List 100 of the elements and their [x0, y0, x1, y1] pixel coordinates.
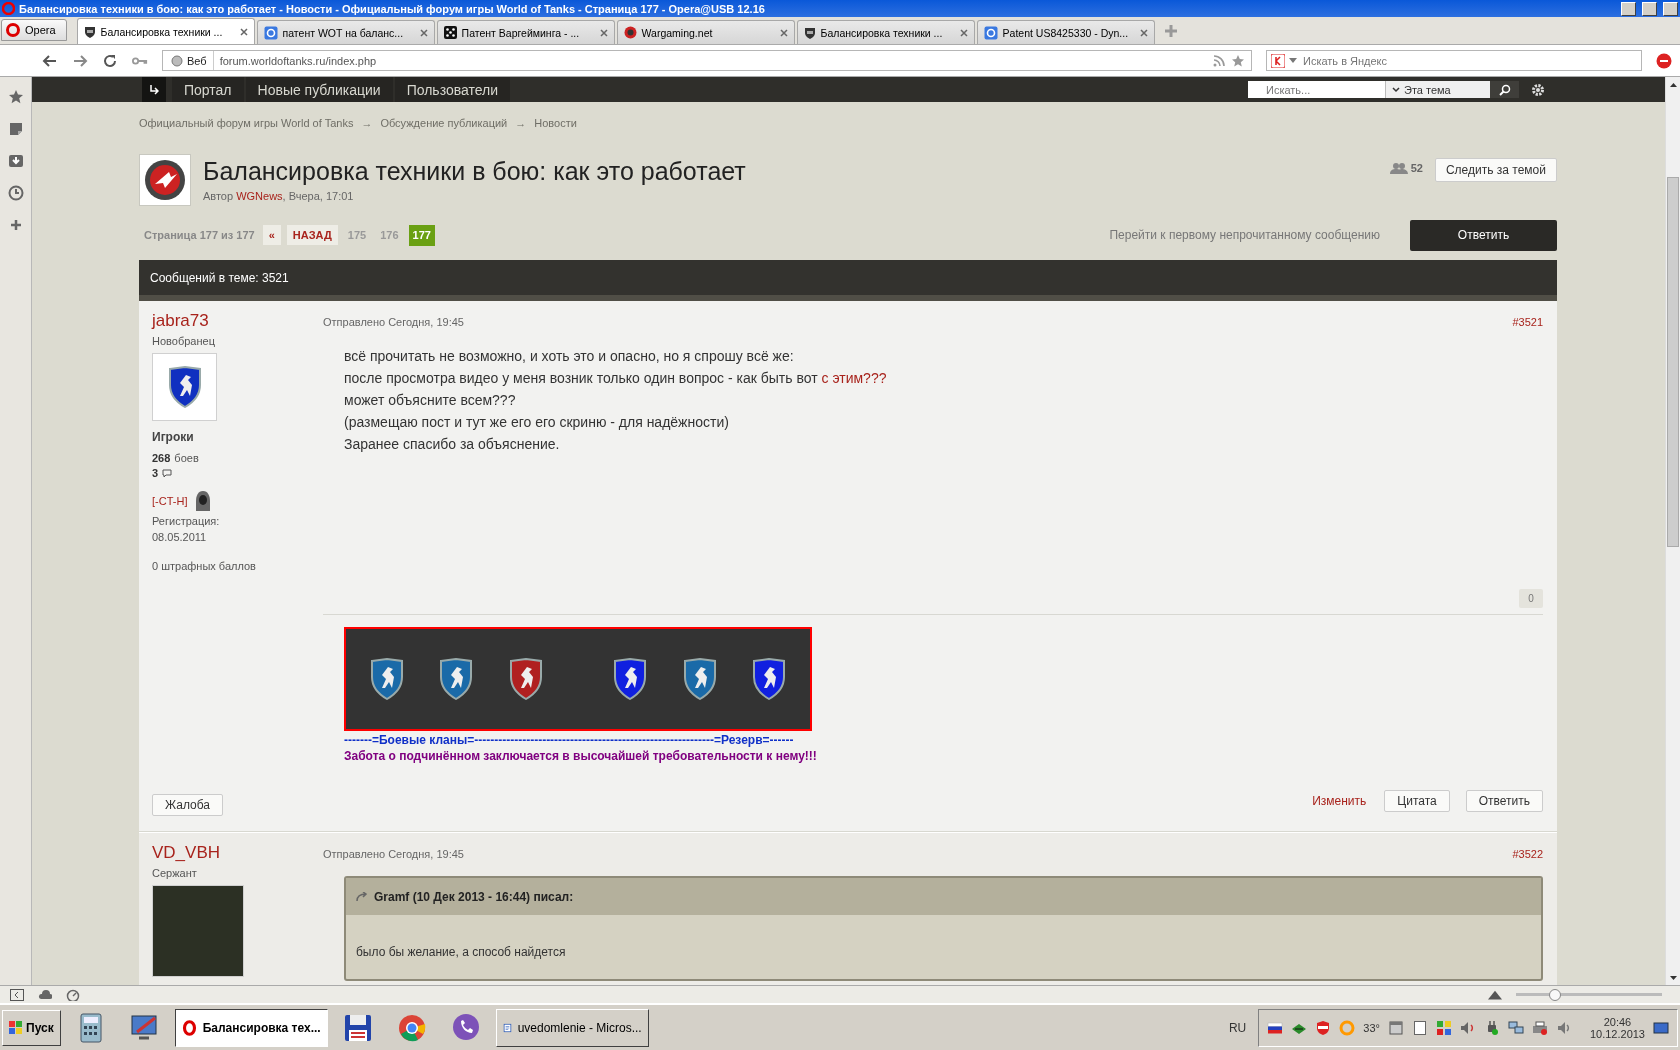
nav-link[interactable]: Новые публикации: [245, 77, 393, 102]
nav-link[interactable]: Пользователи: [394, 77, 510, 102]
return-button[interactable]: [142, 77, 166, 102]
cloud-icon[interactable]: [38, 988, 52, 1001]
clock-date[interactable]: 10.12.2013: [1589, 1027, 1645, 1040]
network-computers-icon[interactable]: [1507, 1019, 1524, 1036]
language-indicator[interactable]: RU: [1228, 1020, 1247, 1035]
browser-tab[interactable]: патент WOT на баланс...: [256, 20, 435, 44]
topic-title: Балансировка техники в бою: как это работает: [203, 157, 747, 186]
edit-link[interactable]: Изменить: [1312, 794, 1367, 808]
clock-icon[interactable]: [7, 185, 24, 201]
shield-horse-icon: [613, 658, 648, 700]
address-field[interactable]: Веб forum.worldoftanks.ru/index.php: [162, 50, 1252, 71]
star-icon[interactable]: [7, 89, 24, 105]
people-icon: [1389, 162, 1408, 174]
taskbar-window-button[interactable]: Балансировка тех...: [174, 1008, 328, 1047]
window-title: Балансировка техники в бою: как это работает - Новости - Официальный форум игры World of Tanks - Страница 177 - Opera@USB 12.16: [19, 2, 766, 15]
rss-icon[interactable]: [1213, 54, 1225, 67]
nav-link[interactable]: Портал: [172, 77, 244, 102]
browser-tab[interactable]: Патент Варгейминга - ...: [436, 20, 615, 44]
post-count-bar: Сообщений в теме: 3521: [139, 260, 1557, 301]
speech-bubble-icon: [162, 468, 173, 478]
blank-page-icon[interactable]: [1411, 1019, 1428, 1036]
temperature-indicator[interactable]: 33°: [1363, 1021, 1380, 1034]
star-icon[interactable]: [1231, 53, 1245, 68]
search-button[interactable]: [1490, 81, 1519, 98]
down-arrow-icon[interactable]: [1669, 975, 1677, 980]
up-arrow-icon[interactable]: [1669, 82, 1677, 87]
forum-search-field[interactable]: Искать...: [1248, 81, 1385, 98]
search-site-icon: [983, 25, 998, 40]
author-link[interactable]: WGNews: [236, 190, 283, 202]
close-icon[interactable]: [1139, 28, 1148, 37]
forward-icon[interactable]: [72, 52, 88, 69]
browser-tab[interactable]: Wargaming.net: [616, 20, 795, 44]
post-link[interactable]: с этим???: [821, 370, 887, 386]
close-icon[interactable]: [239, 27, 248, 36]
circle-logo-icon: [623, 26, 637, 39]
zoom-slider-thumb[interactable]: [1549, 988, 1562, 1001]
post-number-link[interactable]: #3522: [1512, 848, 1543, 860]
opera-menu-button[interactable]: Opera: [1, 19, 67, 41]
author-rank: Сержант: [152, 867, 197, 879]
post-number-link[interactable]: #3521: [1512, 316, 1543, 328]
download-icon[interactable]: [7, 153, 24, 169]
shield-horse-icon: [752, 658, 787, 700]
browser-tab[interactable]: Балансировка техники ...: [76, 18, 255, 44]
back-icon[interactable]: [42, 52, 58, 69]
tank-shield-icon: [803, 26, 816, 39]
search-field[interactable]: Искать в Яндекс: [1266, 50, 1642, 71]
post-date: Отправлено Сегодня, 19:45: [323, 848, 464, 860]
shield-horse-icon: [369, 658, 404, 700]
close-icon[interactable]: [419, 28, 428, 37]
quote-text: было бы желание, а способ найдется: [355, 944, 567, 961]
web-badge[interactable]: Веб: [163, 51, 214, 70]
scrollbar-thumb[interactable]: [1667, 177, 1679, 547]
windows-flag-icon: [9, 1020, 23, 1035]
search-icon: [1498, 83, 1511, 96]
maximize-button[interactable]: [1642, 1, 1657, 16]
author-name-link[interactable]: VD_VBH: [152, 843, 221, 863]
action-button[interactable]: Цитата: [1384, 790, 1450, 812]
first-page-button[interactable]: «: [262, 225, 281, 245]
follow-button[interactable]: Следить за темой: [1434, 158, 1557, 182]
tank-shield-icon: [83, 25, 96, 38]
show-desktop-icon[interactable]: [1653, 1019, 1669, 1036]
previous-button[interactable]: НАЗАД: [286, 225, 338, 245]
return-arrow-icon: [149, 84, 159, 95]
battle-count: 268: [152, 452, 171, 464]
flag-icon[interactable]: [1267, 1019, 1284, 1036]
shield-icon[interactable]: [1315, 1019, 1332, 1036]
reload-icon[interactable]: [102, 52, 118, 69]
scope-dropdown[interactable]: Эта тема: [1385, 81, 1490, 98]
speedometer-icon[interactable]: [66, 988, 80, 1001]
browser-tab[interactable]: Балансировка техники ...: [796, 20, 975, 44]
taskbar-window-button[interactable]: uvedomlenie - Micros...: [495, 1008, 649, 1047]
panel-toggle-icon[interactable]: [10, 988, 24, 1001]
grid-icon[interactable]: [1435, 1019, 1452, 1036]
scrollbar[interactable]: [1665, 77, 1680, 985]
breadcrumb-link[interactable]: Обсуждение публикаций: [380, 116, 508, 129]
close-icon[interactable]: [959, 28, 968, 37]
reply-button[interactable]: Ответить: [1410, 219, 1557, 251]
minimize-button[interactable]: [1621, 1, 1636, 16]
opera-logo-icon: [6, 23, 20, 37]
close-icon[interactable]: [599, 28, 608, 37]
author-name-link[interactable]: jabra73: [152, 311, 209, 331]
report-button[interactable]: Жалоба: [152, 794, 223, 816]
adblock-icon[interactable]: [1656, 52, 1672, 69]
breadcrumb-link[interactable]: Новости: [534, 116, 577, 129]
note-icon[interactable]: [7, 121, 24, 137]
start-button[interactable]: Пуск: [2, 1009, 61, 1046]
clock-time[interactable]: 20:46: [1603, 1015, 1632, 1028]
window-icon[interactable]: [1387, 1019, 1404, 1036]
browser-tab[interactable]: Patent US8425330 - Dyn...: [976, 20, 1155, 44]
close-icon[interactable]: [779, 28, 788, 37]
close-button[interactable]: [1663, 1, 1678, 16]
search-input[interactable]: Искать в Яндекс: [1301, 53, 1641, 68]
settings-icon[interactable]: [1531, 82, 1545, 97]
printer-icon[interactable]: [1531, 1019, 1548, 1036]
clan-tag-link[interactable]: [-CT-H]: [152, 495, 188, 507]
action-button[interactable]: Ответить: [1465, 790, 1543, 812]
breadcrumb-link[interactable]: Официальный форум игры World of Tanks: [139, 116, 354, 129]
up-caret-icon[interactable]: [1488, 988, 1502, 1001]
